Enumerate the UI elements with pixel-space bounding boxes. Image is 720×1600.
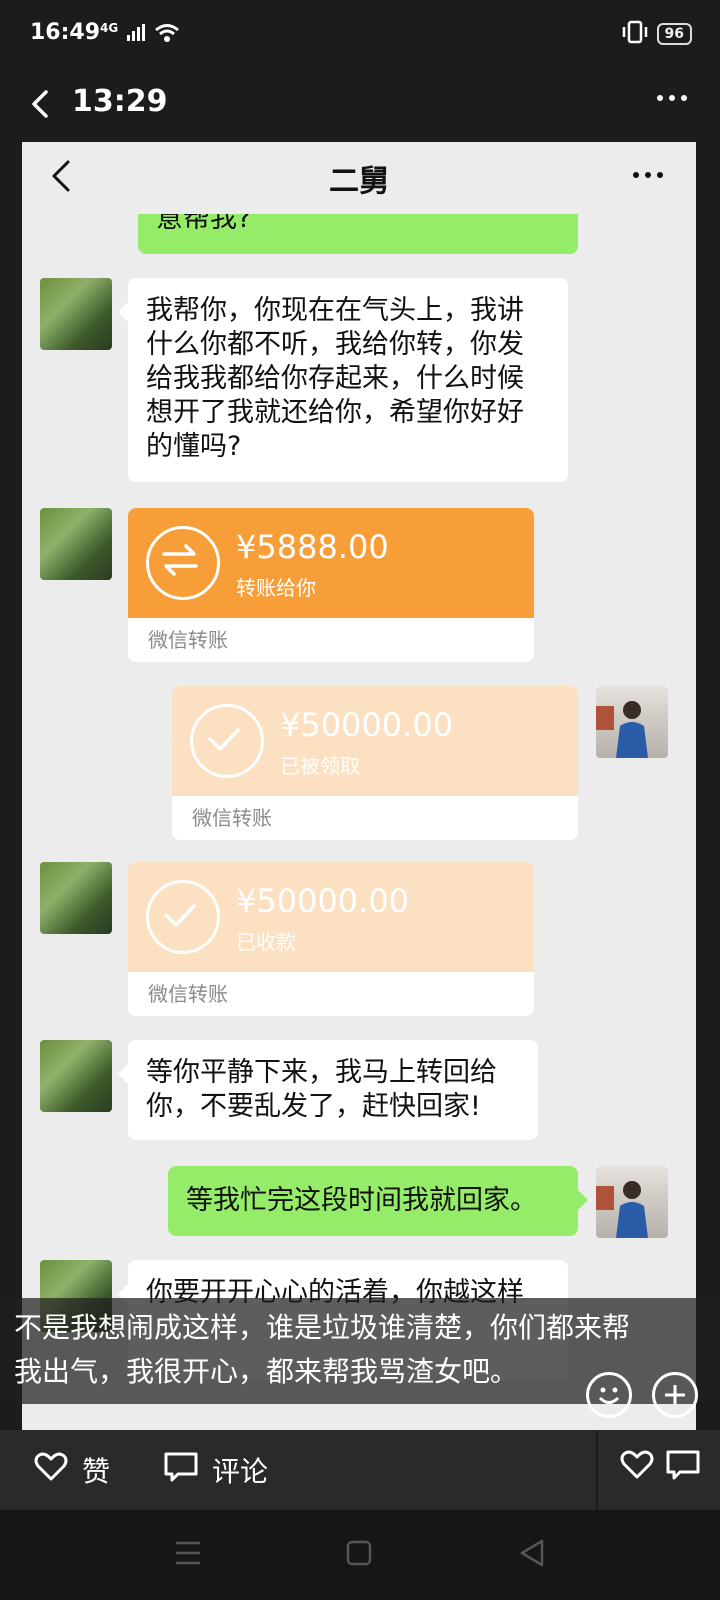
status-time: 16:49 [30,20,101,45]
vibrate-icon [621,20,649,48]
transfer-status: 已收款 [236,930,296,954]
check-circle-icon [146,880,220,954]
transfer-amount: ¥50000.00 [236,882,410,920]
top-app-bar: 13:29 [0,70,720,142]
message-bubble-incoming: 等你平静下来，我马上转回给 你，不要乱发了，赶快回家! [118,1040,538,1140]
contact-avatar [40,508,112,580]
self-avatar [596,1166,668,1238]
transfer-status: 已被领取 [280,754,360,778]
message-line: 给我我都给你存起来，什么时候 [146,363,524,394]
contact-avatar [40,1040,112,1112]
message-bubble-outgoing: 等我忙完这段时间我就回家。 [168,1166,588,1236]
self-avatar [596,686,668,758]
network-label: 4G [100,21,119,35]
plus-icon[interactable] [652,1372,698,1418]
message-line: 我帮你，你现在在气头上，我讲 [146,295,524,326]
transfer-status: 转账给你 [236,576,316,600]
like-button[interactable]: 赞 [34,1450,110,1490]
back-triangle-icon[interactable] [518,1538,546,1572]
more-options-icon[interactable] [654,86,694,126]
contact-avatar [40,278,112,350]
heart-icon [34,1452,68,1489]
caption-actions [586,1372,698,1418]
message-line: 你，不要乱发了，赶快回家! [146,1091,481,1122]
chat-header: 二舅 [22,142,696,214]
back-arrow-icon[interactable] [22,84,62,124]
comment-icon [666,1450,700,1487]
chat-screenshot: 二舅 意帮我? 我帮你，你现在在气头上，我讲 什么你都不听，我给你转，你发 给我… [22,142,696,1430]
message-line: 什么你都不听，我给你转，你发 [146,329,524,360]
action-bar: 赞 评论 [0,1430,720,1510]
status-icons-left: 4G [100,21,180,48]
signal-icon [126,23,146,47]
transfer-footer: 微信转账 [128,972,534,1016]
emoji-icon[interactable] [586,1372,632,1418]
caption-line: 不是我想闹成这样，谁是垃圾谁清楚，你们都来帮 [14,1311,631,1344]
chat-contact-name: 二舅 [329,164,389,199]
chat-more-icon [630,160,670,190]
message-line: 想开了我就还给你，希望你好好 [146,397,524,428]
comment-button-compact[interactable] [666,1450,700,1487]
transfer-card-received: ¥50000.00 已被领取 微信转账 [172,686,578,840]
transfer-card-received: ¥50000.00 已收款 微信转账 [128,862,534,1016]
contact-avatar [40,862,112,934]
like-button-compact[interactable] [620,1450,654,1487]
status-icons-right: 96 [621,20,692,48]
action-divider [596,1430,598,1510]
post-time: 13:29 [72,84,168,119]
transfer-footer: 微信转账 [128,618,534,662]
like-label: 赞 [82,1455,111,1488]
message-text: 等我忙完这段时间我就回家。 [186,1185,537,1216]
message-line: 的懂吗? [146,431,242,462]
comment-icon [164,1452,198,1489]
transfer-card-sent: ¥5888.00 转账给你 微信转账 [128,508,534,662]
transfer-amount: ¥5888.00 [236,528,389,566]
home-icon[interactable] [346,1540,372,1570]
check-circle-icon [190,704,264,778]
system-nav-bar [0,1510,720,1600]
transfer-arrows-icon [146,526,220,600]
comment-label: 评论 [212,1455,269,1488]
menu-icon[interactable] [174,1540,202,1570]
wifi-icon [154,22,180,48]
message-line: 等你平静下来，我马上转回给 [146,1057,497,1088]
heart-icon [620,1450,654,1487]
comment-button[interactable]: 评论 [164,1450,268,1490]
status-bar: 16:49 4G 96 [0,0,720,70]
transfer-footer: 微信转账 [172,796,578,840]
message-bubble-incoming: 我帮你，你现在在气头上，我讲 什么你都不听，我给你转，你发 给我我都给你存起来，… [118,278,568,482]
transfer-amount: ¥50000.00 [280,706,454,744]
battery-icon: 96 [656,23,692,45]
